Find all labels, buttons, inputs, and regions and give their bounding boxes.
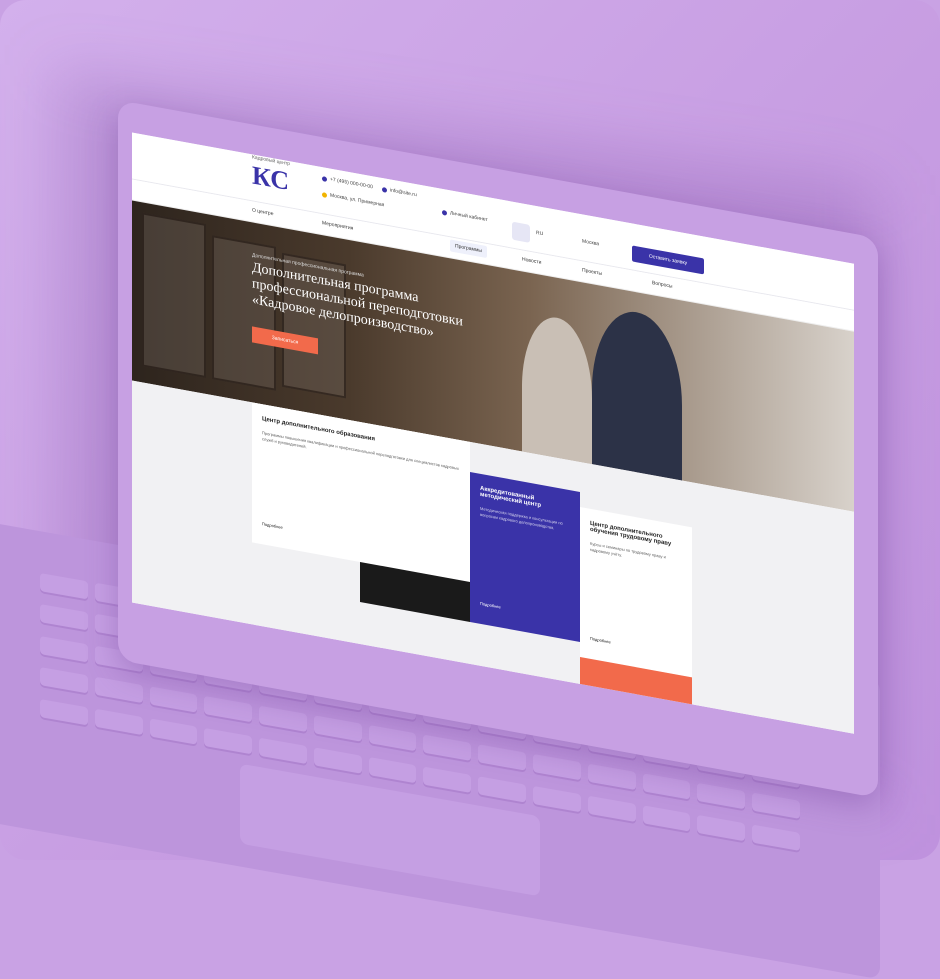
keyboard-key (313, 715, 362, 742)
keyboard-key (752, 824, 800, 851)
keyboard-key (40, 667, 88, 694)
nav-item[interactable]: Вопросы (652, 280, 672, 290)
login-link[interactable]: Личный кабинет (442, 209, 488, 223)
keyboard-key (259, 705, 307, 733)
keyboard-key (368, 756, 417, 783)
keyboard-key (697, 783, 746, 810)
keyboard-key (752, 792, 800, 820)
keyboard-key (259, 737, 307, 764)
card-methodical[interactable]: Аккредитованный методический центр Метод… (470, 471, 580, 642)
keyboard-key (368, 725, 417, 752)
user-icon (442, 209, 447, 216)
location-icon (322, 191, 327, 198)
keyboard-key (533, 754, 581, 781)
keyboard-key (697, 814, 746, 841)
keyboard-key (587, 763, 636, 791)
keyboard-key (40, 604, 88, 631)
card-more-link[interactable]: Подробнее (590, 636, 611, 645)
person-image (522, 311, 592, 475)
keyboard-key (94, 708, 143, 735)
keyboard-key (313, 746, 362, 774)
keyboard-key (478, 744, 527, 771)
keyboard-key (94, 676, 143, 704)
card-labor-law[interactable]: Центр дополнительного обучения трудовому… (580, 506, 692, 678)
keyboard-key (642, 773, 691, 800)
keyboard-key (642, 804, 691, 832)
nav-item[interactable]: Мероприятия (322, 220, 353, 232)
window-decor (142, 212, 206, 378)
contact-email[interactable]: info@site.ru (382, 186, 417, 198)
keyboard-key (204, 727, 253, 754)
keyboard-key (587, 795, 636, 822)
keyboard-key (533, 785, 581, 812)
keyboard-key (204, 696, 253, 723)
contact-phone[interactable]: +7 (495) 000-00-00 (322, 175, 373, 190)
nav-item[interactable]: Проекты (582, 267, 602, 277)
mail-icon (382, 186, 387, 193)
card-more-link[interactable]: Подробнее (480, 601, 501, 610)
keyboard-key (40, 635, 88, 663)
keyboard-key (40, 698, 88, 726)
keyboard-key (149, 686, 198, 713)
person-image (592, 304, 682, 491)
nav-item[interactable]: Новости (522, 256, 541, 266)
website: КС Кадровый центр +7 (495) 000-00-00 inf… (132, 132, 854, 734)
cta-button[interactable]: Оставить заявку (632, 245, 704, 275)
keyboard-key (149, 717, 198, 745)
city-select[interactable]: Москва (582, 238, 599, 247)
site-logo[interactable]: КС (252, 160, 312, 205)
card-more-link[interactable]: Подробнее (262, 521, 283, 530)
lang-switch[interactable]: RU (536, 230, 543, 237)
nav-item[interactable]: О центре (252, 207, 273, 217)
contact-address[interactable]: Москва, ул. Примерная (322, 191, 384, 208)
phone-icon (322, 175, 327, 182)
keyboard-key (423, 734, 472, 762)
nav-item-active[interactable]: Программы (450, 239, 488, 259)
search-button[interactable] (512, 221, 530, 243)
keyboard-key (423, 766, 472, 793)
keyboard-key (478, 775, 527, 803)
